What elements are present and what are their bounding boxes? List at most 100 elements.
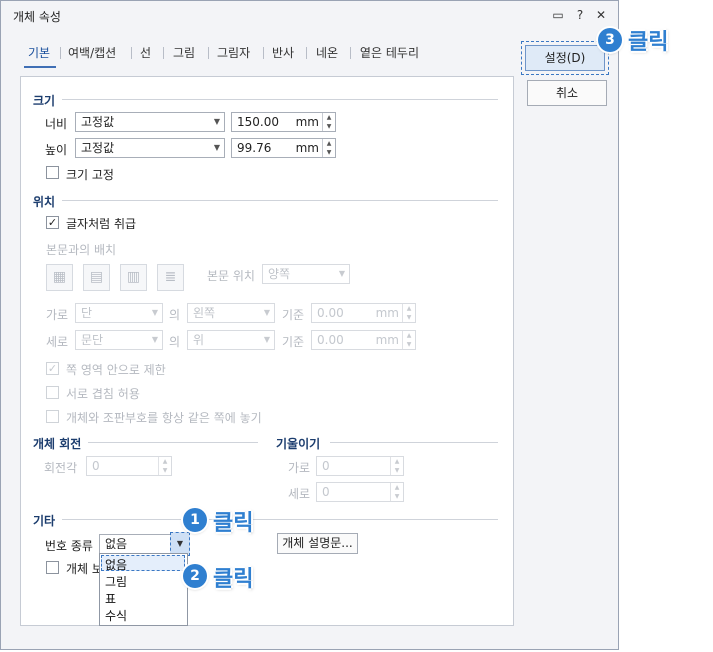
object-protect-checkbox[interactable] bbox=[46, 561, 59, 574]
text-wrap-label: 본문과의 배치 bbox=[46, 243, 117, 257]
width-value-input[interactable]: 150.00 mm ▲ ▼ bbox=[231, 112, 336, 132]
size-lock-label: 크기 고정 bbox=[66, 168, 114, 182]
step-3-callout-text: 클릭 bbox=[628, 30, 669, 55]
wrap-behind-text-icon: ▥ bbox=[120, 264, 147, 291]
step-1-badge: 1 bbox=[183, 508, 207, 532]
tab-reflection[interactable]: 반사 bbox=[272, 44, 294, 61]
spinner-arrows-icon: ▲ ▼ bbox=[402, 304, 415, 322]
vertical-ref-select: 문단 ▼ bbox=[75, 330, 163, 350]
vertical-offset-input: 0.00 mm ▲ ▼ bbox=[311, 330, 416, 350]
tab-separator bbox=[131, 47, 132, 59]
vertical-offset-unit: mm bbox=[375, 333, 399, 347]
tab-separator bbox=[350, 47, 351, 59]
tab-margin-caption[interactable]: 여백/캡션 bbox=[68, 44, 116, 61]
dropdown-option-none[interactable]: 없음 bbox=[105, 556, 127, 573]
spinner-arrows-icon: ▲ ▼ bbox=[158, 457, 171, 475]
height-label: 높이 bbox=[45, 143, 68, 157]
size-lock-checkbox[interactable] bbox=[46, 166, 59, 179]
section-divider bbox=[62, 200, 498, 201]
tab-shadow[interactable]: 그림자 bbox=[217, 44, 250, 61]
horizontal-label: 가로 bbox=[46, 308, 69, 322]
allow-overlap-checkbox bbox=[46, 386, 59, 399]
chevron-down-icon: ▼ bbox=[263, 308, 270, 317]
allow-overlap-label: 서로 겹침 허용 bbox=[66, 387, 140, 401]
step-2-callout-text: 클릭 bbox=[213, 567, 254, 592]
section-divider bbox=[88, 442, 258, 443]
treat-as-char-label: 글자처럼 취급 bbox=[66, 217, 137, 231]
size-section-title: 크기 bbox=[33, 94, 56, 108]
skew-y-label: 세로 bbox=[288, 487, 311, 501]
position-section-title: 위치 bbox=[33, 195, 56, 209]
object-protect-label: 개체 보 bbox=[66, 562, 103, 576]
height-value: 99.76 bbox=[237, 141, 272, 155]
object-description-button[interactable]: 개체 설명문... bbox=[277, 533, 358, 554]
wrap-in-front-icon: ≣ bbox=[157, 264, 184, 291]
help-icon[interactable]: ? bbox=[573, 8, 587, 22]
tab-separator bbox=[163, 47, 164, 59]
skew-y-input: 0 ▲ ▼ bbox=[316, 482, 404, 502]
rotation-section-title: 개체 회전 bbox=[33, 437, 82, 451]
horizontal-offset-input: 0.00 mm ▲ ▼ bbox=[311, 303, 416, 323]
spinner-arrows-icon: ▲ ▼ bbox=[402, 331, 415, 349]
chevron-down-icon: ▼ bbox=[151, 335, 158, 344]
skew-y-value: 0 bbox=[322, 485, 330, 499]
vertical-of-label: 의 bbox=[169, 335, 181, 349]
dialog-title: 개체 속성 bbox=[13, 10, 61, 24]
rotation-angle-label: 회전각 bbox=[44, 461, 78, 475]
chevron-down-icon: ▼ bbox=[213, 143, 220, 152]
title-bar bbox=[1, 1, 618, 31]
horizontal-offset-unit: mm bbox=[375, 306, 399, 320]
spinner-arrows-icon: ▲ ▼ bbox=[390, 457, 403, 475]
rotation-angle-input: 0 ▲ ▼ bbox=[86, 456, 172, 476]
ok-button[interactable]: 설정(D) bbox=[525, 45, 605, 71]
width-label: 너비 bbox=[45, 117, 68, 131]
dropdown-option-picture[interactable]: 그림 bbox=[105, 573, 127, 590]
cancel-button[interactable]: 취소 bbox=[527, 80, 607, 106]
horizontal-ref-value: 단 bbox=[81, 306, 93, 320]
spinner-arrows-icon: ▲ ▼ bbox=[390, 483, 403, 501]
tab-basic[interactable]: 기본 bbox=[28, 44, 50, 61]
tab-soft-edge[interactable]: 옅은 테두리 bbox=[360, 44, 419, 61]
keep-with-anchor-checkbox bbox=[46, 410, 59, 423]
limit-to-page-label: 쪽 영역 안으로 제한 bbox=[66, 363, 166, 377]
step-1-callout-text: 클릭 bbox=[213, 511, 254, 536]
misc-section-title: 기타 bbox=[33, 514, 56, 528]
section-divider bbox=[62, 519, 498, 520]
skew-x-value: 0 bbox=[322, 459, 330, 473]
active-tab-indicator bbox=[24, 66, 56, 68]
width-mode-select[interactable]: 고정값 ▼ bbox=[75, 112, 225, 132]
horizontal-align-select: 왼쪽 ▼ bbox=[187, 303, 275, 323]
vertical-align-value: 위 bbox=[193, 333, 205, 347]
chevron-down-icon: ▼ bbox=[176, 539, 184, 548]
chevron-down-icon: ▼ bbox=[263, 335, 270, 344]
number-type-value: 없음 bbox=[105, 537, 128, 551]
treat-as-char-checkbox[interactable]: ✓ bbox=[46, 216, 59, 229]
height-unit: mm bbox=[295, 141, 319, 155]
tab-picture[interactable]: 그림 bbox=[173, 44, 195, 61]
tab-separator bbox=[208, 47, 209, 59]
chevron-down-icon: ▼ bbox=[151, 308, 158, 317]
height-mode-value: 고정값 bbox=[81, 141, 115, 155]
skew-x-input: 0 ▲ ▼ bbox=[316, 456, 404, 476]
keep-with-anchor-label: 개체와 조판부호를 항상 같은 쪽에 놓기 bbox=[66, 411, 262, 425]
wrap-square-icon: ▦ bbox=[46, 264, 73, 291]
spinner-arrows-icon[interactable]: ▲ ▼ bbox=[322, 113, 335, 131]
height-value-input[interactable]: 99.76 mm ▲ ▼ bbox=[231, 138, 336, 158]
body-position-value: 양쪽 bbox=[268, 267, 291, 281]
horizontal-align-value: 왼쪽 bbox=[193, 306, 216, 320]
close-icon[interactable]: ✕ bbox=[594, 8, 608, 22]
chat-icon[interactable]: ▭ bbox=[551, 8, 565, 22]
spinner-arrows-icon[interactable]: ▲ ▼ bbox=[322, 139, 335, 157]
tab-neon[interactable]: 네온 bbox=[316, 44, 338, 61]
dropdown-option-equation[interactable]: 수식 bbox=[105, 607, 127, 624]
vertical-align-select: 위 ▼ bbox=[187, 330, 275, 350]
horizontal-ref-select: 단 ▼ bbox=[75, 303, 163, 323]
section-divider bbox=[62, 99, 498, 100]
tab-line[interactable]: 선 bbox=[140, 44, 151, 61]
basic-tab-panel bbox=[20, 76, 514, 626]
vertical-offset-value: 0.00 bbox=[317, 333, 344, 347]
horizontal-offset-value: 0.00 bbox=[317, 306, 344, 320]
rotation-angle-value: 0 bbox=[92, 459, 100, 473]
height-mode-select[interactable]: 고정값 ▼ bbox=[75, 138, 225, 158]
dropdown-option-table[interactable]: 표 bbox=[105, 590, 116, 607]
